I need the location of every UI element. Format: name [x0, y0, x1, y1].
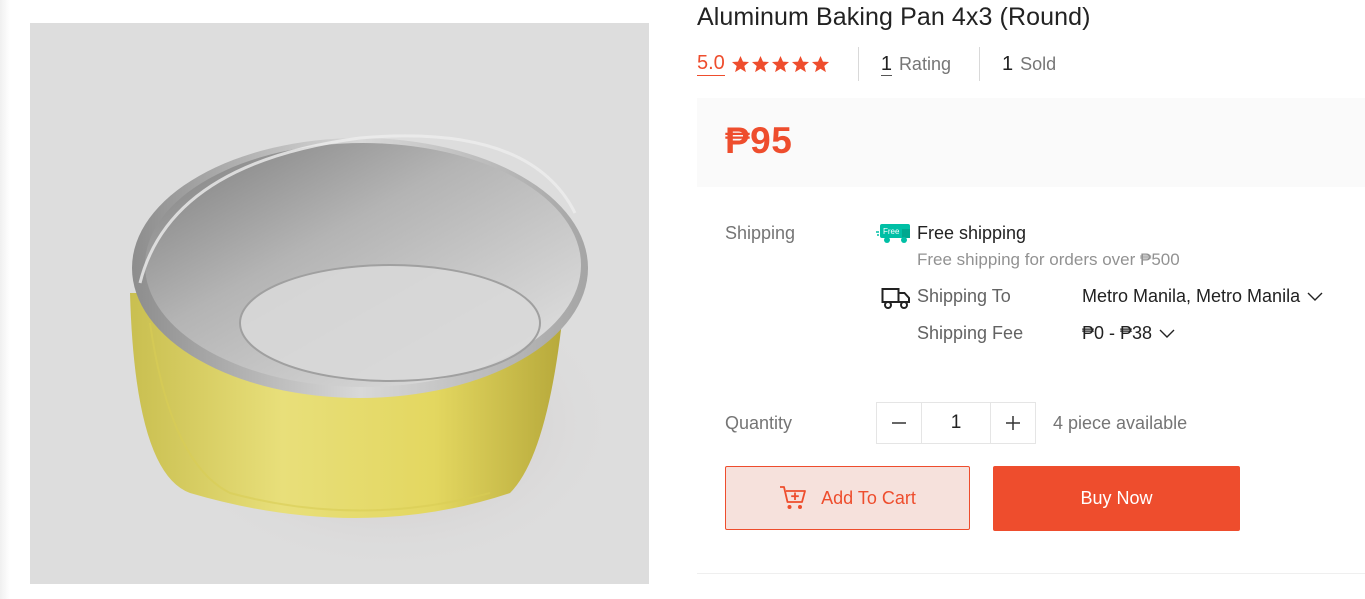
add-to-cart-button[interactable]: Add To Cart — [725, 466, 970, 530]
rating-score[interactable]: 5.0 — [697, 52, 725, 76]
quantity-stepper — [876, 402, 1036, 444]
section-divider — [697, 573, 1365, 574]
product-title: Aluminum Baking Pan 4x3 (Round) — [697, 3, 1091, 31]
buy-now-button[interactable]: Buy Now — [993, 466, 1240, 531]
decrease-button[interactable] — [876, 402, 922, 444]
add-to-cart-icon — [780, 486, 807, 509]
plus-icon — [1006, 416, 1020, 430]
shipping-to-label: Shipping To — [917, 286, 1011, 306]
increase-button[interactable] — [990, 402, 1036, 444]
truck-icon — [881, 288, 910, 309]
buy-now-label: Buy Now — [1080, 488, 1153, 508]
sold-label: Sold — [1020, 53, 1057, 74]
add-to-cart-label: Add To Cart — [821, 487, 916, 508]
ratings-label: Rating — [898, 53, 951, 74]
star-icon — [731, 55, 749, 72]
sold-count: 1 — [1001, 53, 1014, 75]
product-stats: 5.0 1 Rating 1 Sold — [697, 44, 1056, 84]
minus-icon — [892, 422, 906, 424]
star-icon — [791, 55, 809, 72]
price-section: ₱95 — [697, 98, 1365, 187]
star-icon — [771, 55, 789, 72]
free-shipping-subtitle: Free shipping for orders over ₱500 — [917, 250, 1180, 269]
shipping-fee-label: Shipping Fee — [917, 323, 1024, 343]
stock-available: 4 piece available — [1053, 413, 1188, 433]
stats-divider — [857, 47, 859, 81]
rating-stars — [731, 55, 830, 74]
stats-divider — [978, 47, 980, 81]
free-badge-text: Free — [883, 227, 900, 236]
shipping-to-selector[interactable]: Metro Manila, Metro Manila — [1082, 286, 1323, 307]
ratings-count[interactable]: 1 — [880, 53, 892, 76]
product-image[interactable] — [30, 23, 649, 584]
quantity-label: Quantity — [725, 413, 793, 433]
quantity-input[interactable] — [922, 402, 990, 444]
product-price: ₱95 — [725, 120, 793, 161]
shipping-to-value: Metro Manila, Metro Manila — [1082, 286, 1301, 306]
chevron-down-icon — [1159, 329, 1175, 338]
star-icon — [811, 55, 829, 72]
free-shipping-title: Free shipping — [917, 223, 1027, 243]
star-icon — [751, 55, 769, 72]
shipping-fee-selector[interactable]: ₱0 - ₱38 — [1082, 323, 1175, 344]
shipping-label: Shipping — [725, 223, 796, 243]
shipping-fee-value: ₱0 - ₱38 — [1082, 323, 1153, 343]
free-shipping-icon: Free — [876, 224, 910, 243]
chevron-down-icon — [1307, 292, 1323, 301]
page-edge — [0, 0, 10, 599]
